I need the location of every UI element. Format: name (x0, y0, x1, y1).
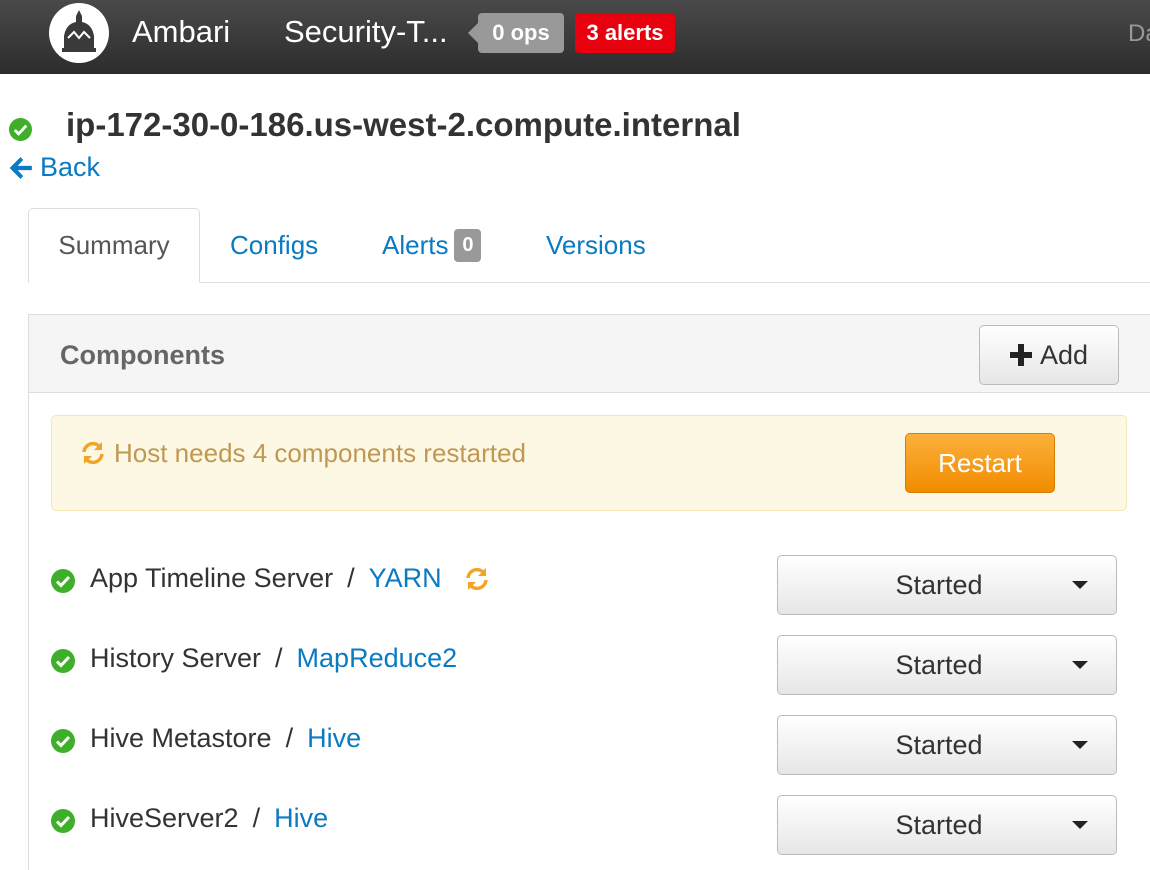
restart-button[interactable]: Restart (905, 433, 1055, 493)
service-link[interactable]: Hive (307, 723, 361, 754)
tab-configs-label: Configs (230, 230, 319, 260)
component-label: HiveServer2 / Hive (90, 803, 328, 834)
component-row: HiveServer2 / Hive Started (29, 789, 1150, 855)
component-status-ok-icon (51, 729, 75, 753)
service-link[interactable]: Hive (274, 803, 328, 834)
service-link[interactable]: YARN (369, 563, 442, 594)
component-status-dropdown[interactable]: Started (777, 795, 1117, 855)
component-separator: / (285, 723, 294, 753)
alerts-count-badge: 0 (454, 229, 482, 262)
components-title: Components (60, 340, 225, 370)
service-link[interactable]: MapReduce2 (297, 643, 458, 674)
component-status-ok-icon (51, 569, 75, 593)
caret-down-icon (1072, 661, 1088, 669)
component-status-dropdown[interactable]: Started (777, 715, 1117, 775)
component-row: History Server / MapReduce2 Started (29, 629, 1150, 695)
status-label: Started (895, 650, 983, 680)
component-separator: / (252, 803, 261, 833)
component-status-ok-icon (51, 809, 75, 833)
component-row: Hive Metastore / Hive Started (29, 709, 1150, 775)
tab-alerts-label: Alerts (382, 230, 449, 260)
components-panel: Components Add Host needs 4 components r… (28, 314, 1150, 870)
component-status-ok-icon (51, 649, 75, 673)
component-status-dropdown[interactable]: Started (777, 635, 1117, 695)
ops-badge[interactable]: 0 ops (468, 13, 564, 53)
component-label: Hive Metastore / Hive (90, 723, 361, 754)
component-status-dropdown[interactable]: Started (777, 555, 1117, 615)
component-name: App Timeline Server (90, 563, 334, 593)
back-link[interactable]: Back (8, 152, 100, 183)
ambari-logo-icon[interactable] (48, 2, 110, 64)
top-navbar: Ambari Security-T... 0 ops 3 alerts Da (0, 0, 1150, 74)
restart-needed-refresh-icon (465, 567, 488, 590)
component-label: History Server / MapReduce2 (90, 643, 457, 674)
tab-versions[interactable]: Versions (546, 208, 646, 283)
add-component-button[interactable]: Add (979, 325, 1119, 385)
component-separator: / (275, 643, 283, 673)
component-row: App Timeline Server / YARN Started (29, 549, 1150, 615)
tab-alerts[interactable]: Alerts 0 (382, 208, 482, 283)
cluster-name[interactable]: Security-T... (284, 14, 448, 50)
restart-warning-alert: Host needs 4 components restarted Restar… (51, 415, 1127, 511)
status-label: Started (895, 810, 983, 840)
status-label: Started (895, 730, 983, 760)
component-name: History Server (90, 643, 262, 673)
restart-warning-text: Host needs 4 components restarted (114, 438, 526, 468)
brand-name[interactable]: Ambari (132, 14, 230, 50)
tab-summary-label: Summary (58, 230, 170, 260)
components-panel-header: Components Add (29, 315, 1150, 393)
component-separator: / (347, 563, 355, 593)
caret-down-icon (1072, 821, 1088, 829)
tab-configs[interactable]: Configs (230, 208, 318, 283)
back-link-label: Back (40, 152, 101, 182)
component-name: HiveServer2 (90, 803, 239, 833)
tab-versions-label: Versions (546, 230, 646, 260)
plus-icon (1009, 344, 1032, 366)
arrow-left-icon (9, 156, 32, 179)
component-label: App Timeline Server / YARN (90, 563, 490, 594)
status-label: Started (895, 570, 983, 600)
host-status-ok-icon (9, 118, 32, 141)
tab-summary[interactable]: Summary (28, 208, 200, 283)
refresh-icon (82, 441, 104, 465)
alerts-badge[interactable]: 3 alerts (575, 13, 675, 53)
caret-down-icon (1072, 581, 1088, 589)
component-name: Hive Metastore (90, 723, 272, 753)
caret-down-icon (1072, 741, 1088, 749)
add-button-label: Add (1039, 339, 1089, 370)
nav-dashboard-link[interactable]: Da (1128, 20, 1150, 48)
host-name-title: ip-172-30-0-186.us-west-2.compute.intern… (66, 106, 741, 143)
